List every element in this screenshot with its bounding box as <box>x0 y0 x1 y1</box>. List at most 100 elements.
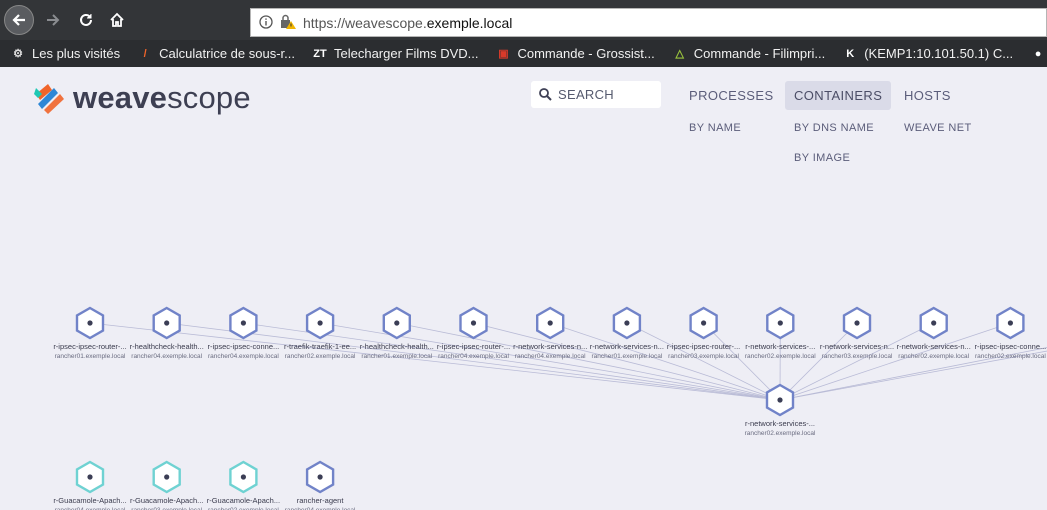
url-host: exemple.local <box>426 14 513 31</box>
info-icon[interactable] <box>259 15 273 29</box>
insecure-lock-icon[interactable] <box>279 14 297 30</box>
container-node[interactable]: r-traefik-traefik-1-ee... rancher02.exemp… <box>284 306 356 360</box>
node-center-dot <box>470 320 477 326</box>
node-center-dot <box>87 320 93 326</box>
node-center-dot <box>624 320 630 326</box>
node-center-dot <box>777 320 783 326</box>
node-center-dot <box>240 474 246 480</box>
node-center-dot <box>701 320 707 326</box>
url-prefix: https://weavescope. <box>303 14 427 31</box>
topology-graph[interactable]: r-ipsec-ipsec-router-... rancher01.exempl… <box>0 67 1047 510</box>
node-label: r-healthcheck-health... <box>360 342 434 351</box>
browser-toolbar: https://weavescope.exemple.local <box>0 0 1047 40</box>
node-label: r-network-services-n... <box>820 342 894 351</box>
home-button[interactable] <box>102 5 132 35</box>
node-center-dot <box>547 320 553 326</box>
reload-icon <box>80 13 92 26</box>
node-host-label: rancher02.exemple.local <box>975 353 1046 360</box>
container-node[interactable]: r-network-services-n... rancher02.exemple… <box>897 306 971 360</box>
node-label: r-network-services-... <box>745 419 815 428</box>
node-center-dot <box>777 397 783 403</box>
zt-icon: ZT <box>313 47 327 60</box>
node-host-label: rancher04.exemple.local <box>208 353 279 360</box>
slash-icon: / <box>143 47 147 60</box>
edge-line <box>89 322 781 401</box>
node-host-label: rancher04.exemple.local <box>131 353 202 360</box>
edge-line <box>703 322 781 401</box>
container-node[interactable]: r-Guacamole-Apach...rancher03.exemple.lo… <box>130 460 203 510</box>
bookmark-item[interactable]: ZT Telecharger Films DVD... <box>302 46 485 62</box>
edges-layer <box>89 322 1047 401</box>
node-host-label: rancher03.exemple.local <box>822 353 893 360</box>
url-text: https://weavescope.exemple.local <box>303 15 512 31</box>
node-host-label: rancher02.exemple.local <box>898 353 969 360</box>
node-host-label: rancher01.exemple.local <box>55 353 126 360</box>
reload-button[interactable] <box>71 5 101 35</box>
container-node[interactable]: r-ipsec-ipsec-router-... rancher03.exempl… <box>667 306 740 360</box>
container-node[interactable]: r-healthcheck-health... rancher04.exemple… <box>130 306 204 360</box>
node-host-label: rancher02.exemple.local <box>745 353 816 360</box>
bookmark-item[interactable]: K (KEMP1:10.101.50.1) C... <box>832 46 1020 62</box>
node-label: r-network-services-n... <box>513 342 587 351</box>
node-label: r-network-services-n... <box>897 342 971 351</box>
node-label: r-Guacamole-Apach... <box>130 496 203 505</box>
node-center-dot <box>240 320 246 326</box>
edge-line <box>396 322 781 401</box>
node-label: r-network-services-... <box>745 342 815 351</box>
node-host-label: rancher01.exemple.local <box>361 353 432 360</box>
home-icon <box>110 12 124 27</box>
bookmark-label: Les plus visités <box>32 46 121 61</box>
node-center-dot <box>854 320 860 326</box>
node-label: r-ipsec-ipsec-router-... <box>667 342 740 351</box>
node-host-label: rancher03.exemple.local <box>668 353 739 360</box>
kemp-icon: K <box>846 47 855 60</box>
node-host-label: rancher04.exemple.local <box>515 353 586 360</box>
gift-icon: ▣ <box>498 48 509 60</box>
container-node[interactable]: r-network-services-n... rancher01.exemple… <box>590 306 664 360</box>
url-bar[interactable]: https://weavescope.exemple.local <box>250 8 1047 37</box>
bookmark-item[interactable]: ●Réaliser un Time Lap <box>1020 46 1047 62</box>
node-center-dot <box>164 474 170 480</box>
bookmark-item[interactable]: ▣ Commande - Grossist... <box>485 46 661 62</box>
container-node[interactable]: r-Guacamole-Apach...rancher02.exemple.lo… <box>207 460 280 510</box>
node-host-label: rancher04.exemple.local <box>438 353 509 360</box>
node-label: r-healthcheck-health... <box>130 342 204 351</box>
node-center-dot <box>317 474 323 480</box>
bookmark-item[interactable]: ⚙ Les plus visités <box>0 46 127 62</box>
container-node[interactable]: r-network-services-n... rancher04.exemple… <box>513 306 587 360</box>
back-button[interactable] <box>4 5 34 35</box>
container-node[interactable]: r-network-services-... rancher02.exemple.… <box>745 383 816 437</box>
container-node[interactable]: r-network-services-n... rancher03.exemple… <box>820 306 894 360</box>
bookmark-label: Calculatrice de sous-r... <box>159 46 295 61</box>
node-host-label: rancher02.exemple.local <box>745 430 816 437</box>
container-node[interactable]: r-ipsec-ipsec-router-... rancher01.exempl… <box>53 306 127 360</box>
node-label: r-Guacamole-Apach... <box>53 496 126 505</box>
arrow-left-icon <box>12 14 25 26</box>
node-label: r-ipsec-ipsec-conne... <box>975 342 1047 351</box>
container-node[interactable]: r-ipsec-ipsec-conne... rancher02.exemple.… <box>975 306 1047 360</box>
node-label: r-ipsec-ipsec-conne... <box>208 342 280 351</box>
container-node[interactable]: rancher-agentrancher04.exemple.local <box>285 460 356 510</box>
bookmarks-bar: ⚙ Les plus visités / Calculatrice de sous-r… <box>0 40 1047 67</box>
bookmark-item[interactable]: / Calculatrice de sous-r... <box>127 46 302 62</box>
node-label: r-ipsec-ipsec-router-... <box>53 342 126 351</box>
node-host-label: rancher02.exemple.local <box>285 353 356 360</box>
edge-line <box>779 322 858 401</box>
node-label: rancher-agent <box>297 496 345 505</box>
container-node[interactable]: r-ipsec-ipsec-router-... rancher04.exempl… <box>437 306 510 360</box>
node-label: r-ipsec-ipsec-router-... <box>437 342 510 351</box>
container-node[interactable]: r-ipsec-ipsec-conne... rancher04.exemple.… <box>208 306 280 360</box>
node-center-dot <box>164 320 170 326</box>
node-center-dot <box>931 320 937 326</box>
bookmark-label: Commande - Grossist... <box>517 46 655 61</box>
container-node[interactable]: r-network-services-... rancher02.exemple.… <box>745 306 816 360</box>
forward-button[interactable] <box>38 5 68 35</box>
container-node[interactable]: r-Guacamole-Apach...rancher04.exemple.lo… <box>53 460 127 510</box>
arrow-right-icon <box>47 14 60 26</box>
node-center-dot <box>317 320 323 326</box>
bookmark-item[interactable]: △ Commande - Filimpri... <box>662 46 832 62</box>
container-node[interactable]: r-healthcheck-health... rancher01.exemple… <box>360 306 434 360</box>
bookmark-label: (KEMP1:10.101.50.1) C... <box>864 46 1014 61</box>
edge-line <box>550 322 781 401</box>
node-center-dot <box>394 320 400 326</box>
